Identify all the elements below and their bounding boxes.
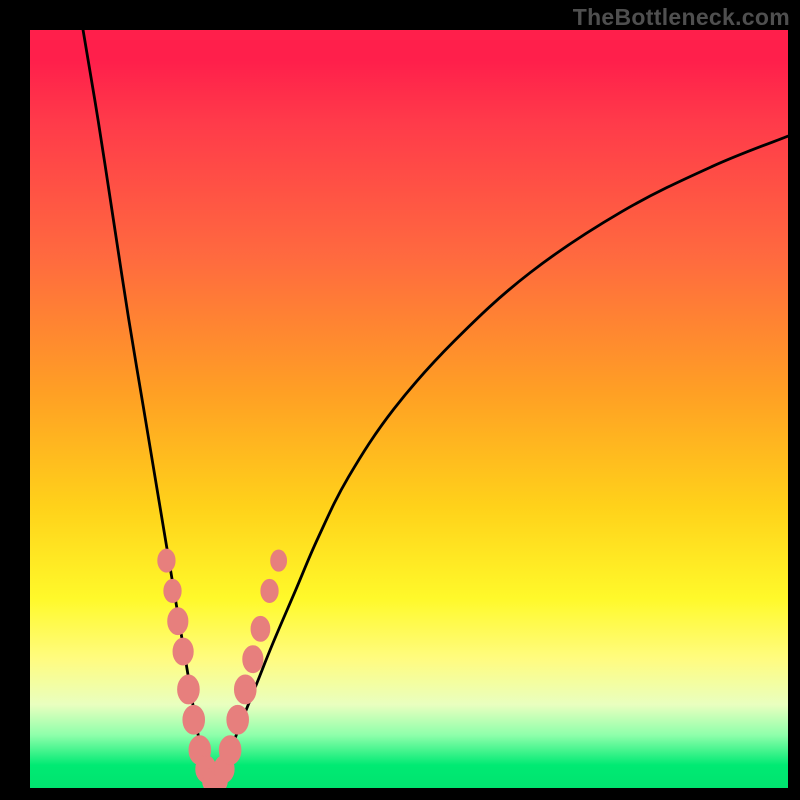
bead-point xyxy=(168,608,188,635)
bead-point xyxy=(178,675,200,704)
bead-point xyxy=(173,638,193,665)
curve-layer xyxy=(30,30,788,788)
bead-point xyxy=(234,675,256,704)
bead-cluster xyxy=(158,549,287,788)
chart-frame: TheBottleneck.com xyxy=(0,0,800,800)
bead-point xyxy=(261,579,278,602)
bead-point xyxy=(227,705,249,734)
curve-left-arm xyxy=(83,30,212,788)
bead-point xyxy=(164,579,181,602)
bead-point xyxy=(243,646,263,673)
watermark-text: TheBottleneck.com xyxy=(573,4,790,31)
curve-right-arm xyxy=(212,136,788,788)
bead-point xyxy=(271,550,287,571)
bead-point xyxy=(183,705,205,734)
bead-point xyxy=(219,736,241,765)
bead-point xyxy=(158,549,175,572)
plot-area xyxy=(30,30,788,788)
bead-point xyxy=(251,616,270,641)
